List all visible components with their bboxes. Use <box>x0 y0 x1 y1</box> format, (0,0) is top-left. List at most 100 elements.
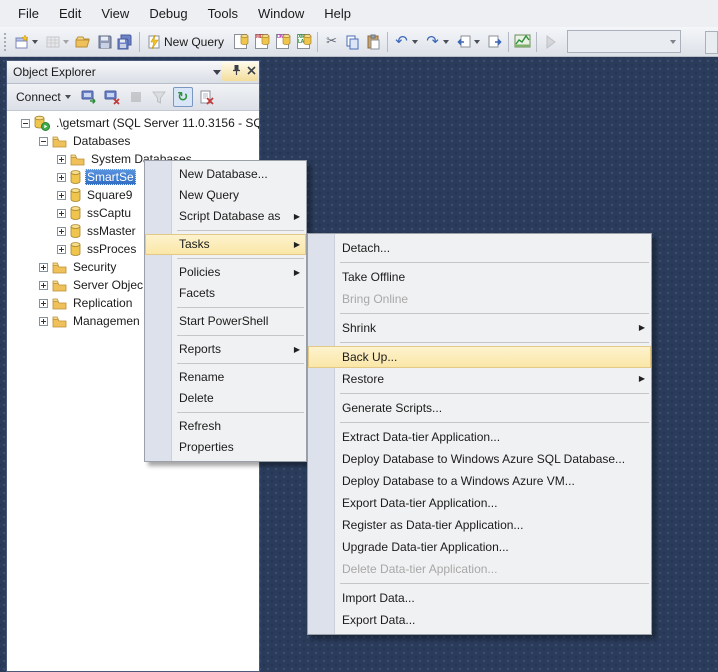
navigate-backward-button[interactable] <box>453 30 484 54</box>
menu-item-label: Generate Scripts... <box>342 401 442 415</box>
menu-item-generate-scripts[interactable]: Generate Scripts... <box>308 397 651 419</box>
save-icon <box>96 33 113 50</box>
menubar-item-window[interactable]: Window <box>248 0 314 27</box>
menu-item-detach[interactable]: Detach... <box>308 237 651 259</box>
expander-plus-icon[interactable] <box>39 317 48 326</box>
menu-item-upgrade-data-tier-application[interactable]: Upgrade Data-tier Application... <box>308 536 651 558</box>
disconnect-server-button[interactable] <box>104 88 122 106</box>
menu-item-extract-data-tier-application[interactable]: Extract Data-tier Application... <box>308 426 651 448</box>
menubar-item-debug[interactable]: Debug <box>139 0 197 27</box>
menu-item-label: Script Database as <box>179 209 280 223</box>
menubar-item-tools[interactable]: Tools <box>198 0 248 27</box>
save-all-button[interactable] <box>115 30 136 54</box>
close-icon[interactable] <box>246 63 257 81</box>
menu-separator <box>340 583 649 584</box>
undo-dropdown-caret <box>412 40 418 44</box>
menu-item-facets[interactable]: Facets <box>145 283 306 304</box>
menu-item-export-data-tier-application[interactable]: Export Data-tier Application... <box>308 492 651 514</box>
cut-button[interactable]: ✂ <box>321 30 342 54</box>
script-error-icon[interactable] <box>198 88 216 106</box>
paste-button[interactable] <box>363 30 384 54</box>
navigate-forward-button[interactable] <box>484 30 505 54</box>
menu-item-tasks[interactable]: Tasks▶ <box>145 234 306 255</box>
connect-server-button[interactable] <box>81 88 99 106</box>
open-file-button[interactable] <box>73 30 94 54</box>
xmla-query-button[interactable]: XM LA <box>293 30 314 54</box>
new-item-button[interactable] <box>11 30 42 54</box>
menu-item-script-database-as[interactable]: Script Database as▶ <box>145 206 306 227</box>
undo-button[interactable]: ↶ <box>391 30 422 54</box>
menu-item-restore[interactable]: Restore▶ <box>308 368 651 390</box>
redo-button[interactable]: ↷ <box>422 30 453 54</box>
tree-item-label: SmartSe <box>85 169 136 185</box>
mdx-query-button[interactable]: MDX <box>251 30 272 54</box>
menu-item-policies[interactable]: Policies▶ <box>145 262 306 283</box>
menu-item-deploy-database-to-a-windows-azure-vm[interactable]: Deploy Database to a Windows Azure VM... <box>308 470 651 492</box>
menu-item-refresh[interactable]: Refresh <box>145 416 306 437</box>
menu-item-label: Delete <box>179 391 214 405</box>
tree-item-databases[interactable]: Databases <box>7 132 259 150</box>
menu-item-export-data[interactable]: Export Data... <box>308 609 651 631</box>
expander-minus-icon[interactable] <box>21 119 30 128</box>
activity-monitor-button[interactable] <box>512 30 533 54</box>
menu-item-shrink[interactable]: Shrink▶ <box>308 317 651 339</box>
menu-item-delete[interactable]: Delete <box>145 388 306 409</box>
pin-icon[interactable] <box>231 63 242 81</box>
refresh-icon[interactable]: ↻ <box>173 87 193 107</box>
start-debug-button[interactable] <box>540 30 561 54</box>
menu-item-label: Reports <box>179 342 221 356</box>
menu-item-start-powershell[interactable]: Start PowerShell <box>145 311 306 332</box>
menu-item-back-up[interactable]: Back Up... <box>308 346 651 368</box>
menu-item-new-query[interactable]: New Query <box>145 185 306 206</box>
menu-item-label: Back Up... <box>342 350 397 364</box>
expander-plus-icon[interactable] <box>57 191 66 200</box>
undo-icon: ↶ <box>393 33 410 50</box>
menu-item-rename[interactable]: Rename <box>145 367 306 388</box>
expander-plus-icon[interactable] <box>39 281 48 290</box>
expander-plus-icon[interactable] <box>57 155 66 164</box>
toolbar-combobox-partial[interactable] <box>705 31 718 54</box>
connect-button[interactable]: Connect <box>13 88 76 106</box>
menu-item-reports[interactable]: Reports▶ <box>145 339 306 360</box>
menu-item-import-data[interactable]: Import Data... <box>308 587 651 609</box>
new-query-button[interactable]: New Query <box>143 30 230 54</box>
stop-button[interactable] <box>127 88 145 106</box>
add-item-button[interactable] <box>42 30 73 54</box>
menubar-item-help[interactable]: Help <box>314 0 361 27</box>
copy-button[interactable] <box>342 30 363 54</box>
tree-item-label: ssCaptu <box>85 205 133 221</box>
menu-item-take-offline[interactable]: Take Offline <box>308 266 651 288</box>
menubar-item-edit[interactable]: Edit <box>49 0 91 27</box>
expander-plus-icon[interactable] <box>57 227 66 236</box>
expander-minus-icon[interactable] <box>39 137 48 146</box>
expander-plus-icon[interactable] <box>39 299 48 308</box>
menu-item-label: Shrink <box>342 321 376 335</box>
expander-plus-icon[interactable] <box>39 263 48 272</box>
save-button[interactable] <box>94 30 115 54</box>
expander-plus-icon[interactable] <box>57 245 66 254</box>
object-explorer-titlebar[interactable]: Object Explorer <box>7 61 259 84</box>
menu-item-register-as-data-tier-application[interactable]: Register as Data-tier Application... <box>308 514 651 536</box>
toolbar-combobox[interactable] <box>567 30 681 53</box>
tree-item-label: ssProces <box>85 241 138 257</box>
tree-item-label: .\getsmart (SQL Server 11.0.3156 - SQUA <box>54 115 259 131</box>
expander-plus-icon[interactable] <box>57 209 66 218</box>
menu-item-deploy-database-to-windows-azure-sql-database[interactable]: Deploy Database to Windows Azure SQL Dat… <box>308 448 651 470</box>
toolbar-grip[interactable] <box>3 32 8 52</box>
expander-plus-icon[interactable] <box>57 173 66 182</box>
database-engine-query-button[interactable] <box>230 30 251 54</box>
window-position-chevron-icon[interactable] <box>213 70 221 75</box>
menu-item-properties[interactable]: Properties <box>145 437 306 458</box>
menu-item-new-database[interactable]: New Database... <box>145 164 306 185</box>
menu-separator <box>177 258 304 259</box>
navigate-backward-dropdown-caret <box>474 40 480 44</box>
menubar-item-file[interactable]: File <box>8 0 49 27</box>
menu-item-delete-data-tier-application[interactable]: Delete Data-tier Application... <box>308 558 651 580</box>
menu-item-bring-online[interactable]: Bring Online <box>308 288 651 310</box>
menubar-item-view[interactable]: View <box>91 0 139 27</box>
dmx-query-button[interactable]: DMX <box>272 30 293 54</box>
tasks-submenu: Detach... Take OfflineBring Online Shrink▶… <box>307 233 652 635</box>
tree-item-getsmart-sql-server-11-0-3156-squa[interactable]: .\getsmart (SQL Server 11.0.3156 - SQUA <box>7 114 259 132</box>
submenu-arrow-icon: ▶ <box>294 262 300 283</box>
filter-icon[interactable] <box>150 88 168 106</box>
